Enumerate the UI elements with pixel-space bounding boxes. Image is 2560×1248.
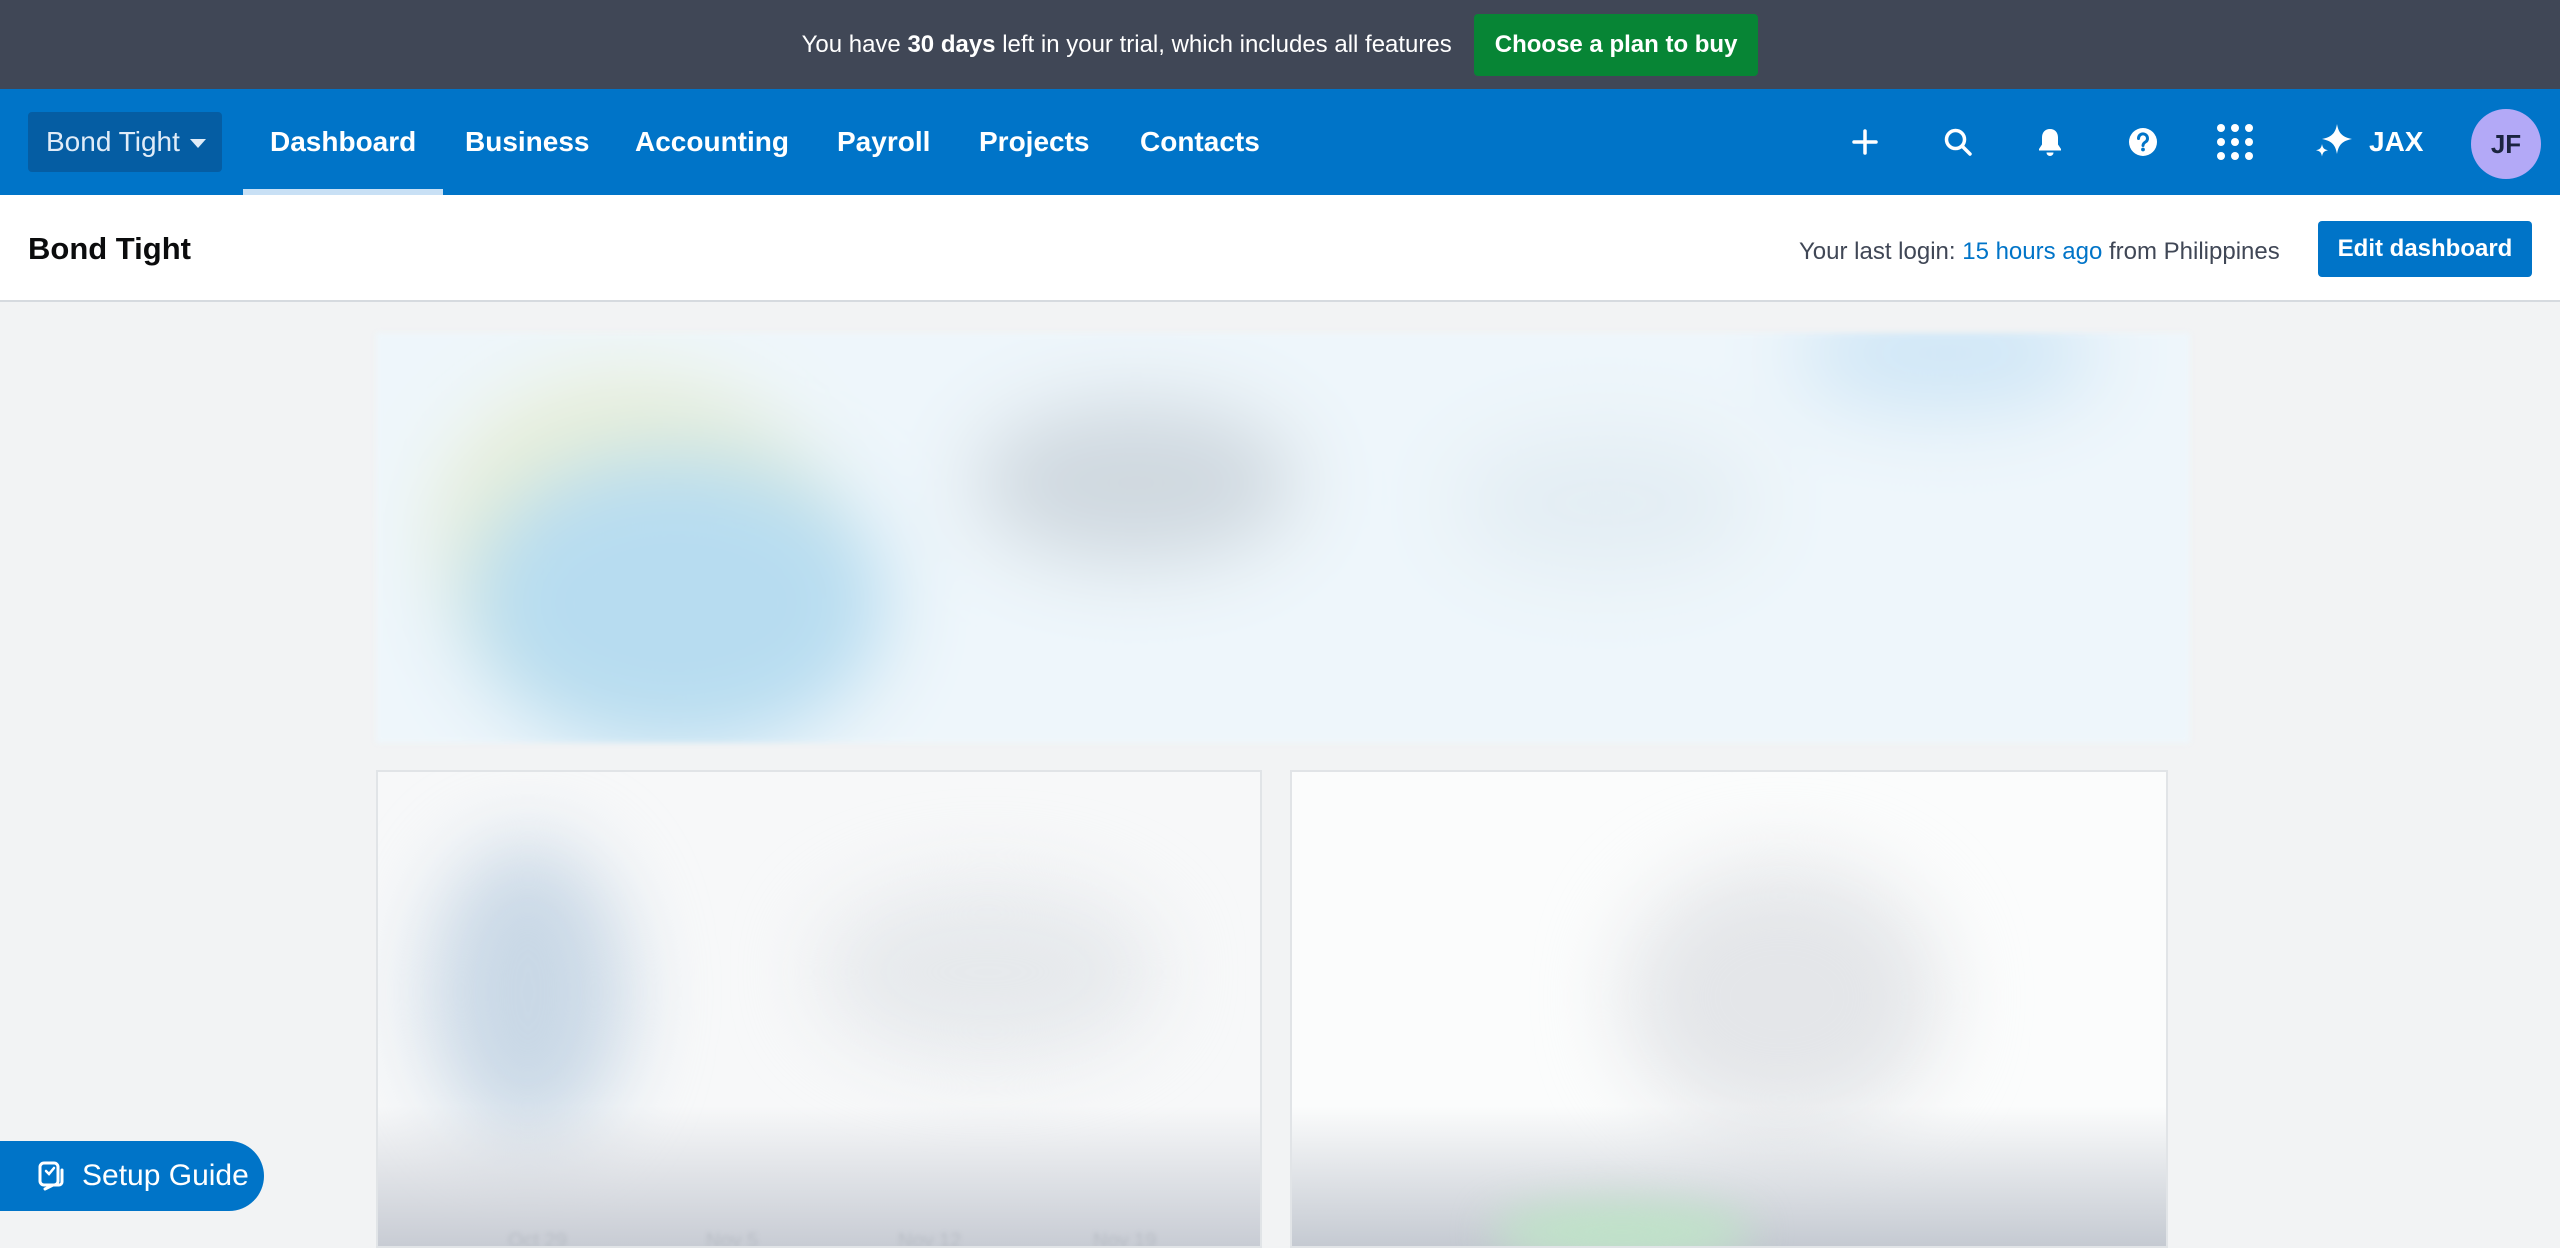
blurred-chart-card-right: [1290, 770, 2168, 1248]
tab-contacts[interactable]: Contacts: [1140, 89, 1260, 195]
setup-guide-button[interactable]: Setup Guide: [0, 1141, 264, 1211]
trial-days: 30 days: [907, 30, 996, 58]
help-icon[interactable]: [2121, 120, 2165, 164]
setup-guide-label: Setup Guide: [82, 1159, 249, 1192]
page-header: Bond Tight Your last login: 15 hours ago…: [0, 195, 2560, 302]
blurred-chart-card-left: Oct 29 Nov 5 Nov 12 Nov 19: [376, 770, 1262, 1248]
tab-projects[interactable]: Projects: [979, 89, 1090, 195]
bell-icon[interactable]: [2028, 120, 2072, 164]
blurred-hero-widget: [376, 333, 2190, 743]
main-nav: Bond Tight Dashboard Business Accounting…: [0, 89, 2560, 195]
axis-label: Nov 5: [706, 1230, 759, 1248]
org-name: Bond Tight: [46, 126, 180, 157]
axis-label: Nov 19: [1093, 1230, 1157, 1248]
caret-down-icon: [189, 139, 206, 148]
tab-dashboard[interactable]: Dashboard: [242, 89, 444, 195]
axis-label: Nov 12: [898, 1230, 962, 1248]
sparkle-icon: [2316, 124, 2352, 157]
trial-banner: You have 30 days left in your trial, whi…: [0, 0, 2560, 89]
plus-icon[interactable]: [1843, 120, 1887, 164]
apps-grid-icon[interactable]: [2213, 120, 2257, 164]
last-login-time-link[interactable]: 15 hours ago: [1962, 238, 2102, 265]
guide-icon: [38, 1161, 64, 1191]
choose-plan-button[interactable]: Choose a plan to buy: [1473, 13, 1759, 76]
tab-business[interactable]: Business: [465, 89, 590, 195]
page-title: Bond Tight: [28, 231, 191, 266]
last-login-info: Your last login: 15 hours ago from Phili…: [1799, 238, 2280, 265]
jax-label: JAX: [2369, 126, 2424, 157]
search-icon[interactable]: [1936, 120, 1980, 164]
edit-dashboard-button[interactable]: Edit dashboard: [2318, 221, 2532, 277]
trial-message: You have 30 days left in your trial, whi…: [801, 30, 1452, 58]
org-switcher[interactable]: Bond Tight: [28, 112, 222, 172]
jax-assistant-button[interactable]: JAX: [2313, 117, 2423, 167]
tab-accounting[interactable]: Accounting: [635, 89, 789, 195]
avatar[interactable]: JF: [2471, 109, 2541, 179]
axis-label: Oct 29: [508, 1230, 567, 1248]
tab-payroll[interactable]: Payroll: [837, 89, 930, 195]
